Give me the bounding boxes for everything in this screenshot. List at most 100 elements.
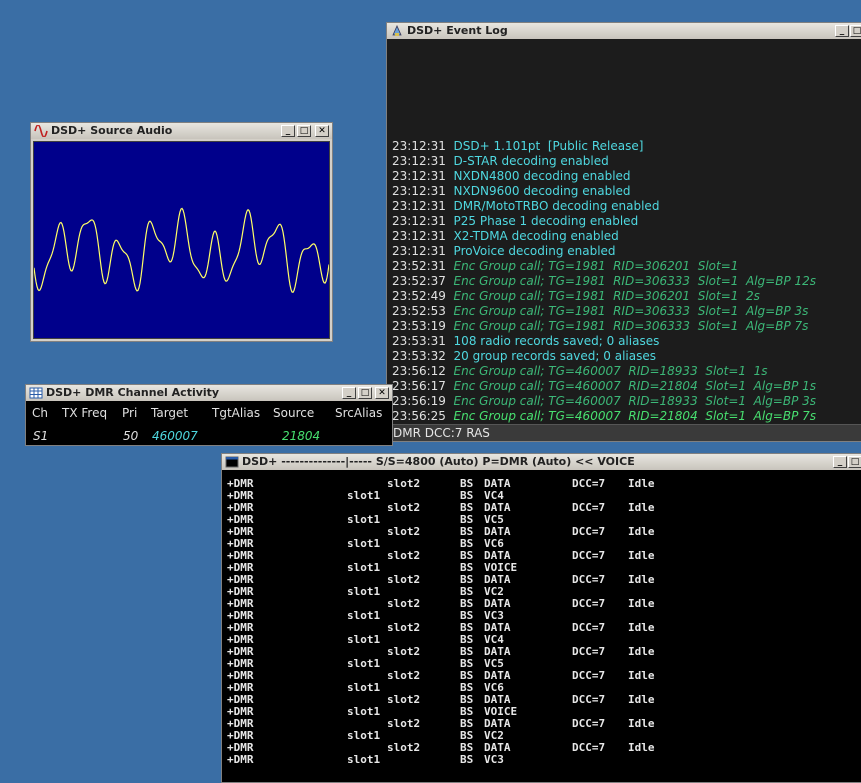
event-log-status: DMR DCC:7 RAS — [387, 424, 861, 441]
source-audio-title: DSD+ Source Audio — [51, 124, 173, 137]
event-log-body: 23:12:31 DSD+ 1.101pt [Public Release] 23… — [387, 39, 861, 423]
terminal-state: Idle — [628, 501, 655, 514]
log-message: 20 group records saved; 0 aliases — [453, 349, 656, 363]
log-time: 23:12:31 — [392, 154, 446, 168]
log-message: D-STAR decoding enabled — [453, 154, 609, 168]
log-time: 23:12:31 — [392, 244, 446, 258]
terminal-slot: slot2 — [387, 549, 421, 562]
log-time: 23:56:17 — [392, 379, 446, 393]
terminal-slot: slot1 — [347, 633, 381, 646]
log-time: 23:56:25 — [392, 409, 446, 423]
log-line: 23:56:12 Enc Group call; TG=460007 RID=1… — [392, 364, 768, 379]
terminal-slot: slot2 — [387, 645, 421, 658]
log-line: 23:12:31 NXDN4800 decoding enabled — [392, 169, 631, 184]
log-message: Enc Group call; TG=460007 RID=18933 Slot… — [453, 394, 817, 408]
log-message: X2-TDMA decoding enabled — [453, 229, 619, 243]
log-line: 23:53:31 108 radio records saved; 0 alia… — [392, 334, 659, 349]
terminal-state: Idle — [628, 525, 655, 538]
col-txfreq: TX Freq — [62, 406, 108, 420]
cell-pri: 50 — [123, 429, 139, 443]
col-source: Source — [273, 406, 315, 420]
terminal-slot: slot2 — [387, 693, 421, 706]
terminal-state: Idle — [628, 645, 655, 658]
log-time: 23:53:31 — [392, 334, 446, 348]
log-message: NXDN4800 decoding enabled — [453, 169, 631, 183]
terminal-state: Idle — [628, 597, 655, 610]
log-time: 23:52:49 — [392, 289, 446, 303]
log-time: 23:52:37 — [392, 274, 446, 288]
terminal-dcc: DCC=7 — [572, 597, 606, 610]
terminal-slot: slot2 — [387, 621, 421, 634]
terminal-slot: slot2 — [387, 501, 421, 514]
log-message: Enc Group call; TG=1981 RID=306333 Slot=… — [453, 304, 809, 318]
terminal-slot: slot1 — [347, 489, 381, 502]
log-time: 23:53:19 — [392, 319, 446, 333]
log-message: P25 Phase 1 decoding enabled — [453, 214, 639, 228]
event-log-titlebar[interactable]: DSD+ Event Log _ □ — [387, 23, 861, 39]
terminal-slot: slot1 — [347, 513, 381, 526]
log-time: 23:52:31 — [392, 259, 446, 273]
terminal-dcc: DCC=7 — [572, 525, 606, 538]
channel-activity-window: DSD+ DMR Channel Activity _ □ ✕ Ch TX Fr… — [25, 384, 393, 446]
terminal-dcc: DCC=7 — [572, 573, 606, 586]
grid-icon — [29, 387, 43, 399]
terminal-state: Idle — [628, 477, 655, 490]
log-line: 23:12:31 DMR/MotoTRBO decoding enabled — [392, 199, 659, 214]
terminal-slot: slot2 — [387, 573, 421, 586]
log-message: DMR/MotoTRBO decoding enabled — [453, 199, 660, 213]
terminal-slot: slot1 — [347, 537, 381, 550]
close-button[interactable]: ✕ — [315, 125, 329, 137]
source-audio-titlebar[interactable]: DSD+ Source Audio _ □ ✕ — [31, 123, 332, 139]
log-time: 23:12:31 — [392, 169, 446, 183]
minimize-button[interactable]: _ — [835, 25, 849, 37]
window-icon — [225, 456, 239, 468]
terminal-slot: slot2 — [387, 669, 421, 682]
terminal-slot: slot1 — [347, 585, 381, 598]
terminal-type: VC3 — [484, 753, 504, 766]
terminal-state: Idle — [628, 669, 655, 682]
terminal-slot: slot1 — [347, 609, 381, 622]
log-message: Enc Group call; TG=460007 RID=18933 Slot… — [453, 364, 768, 378]
event-log-icon — [392, 25, 402, 36]
maximize-button[interactable]: □ — [358, 387, 372, 399]
terminal-state: Idle — [628, 573, 655, 586]
terminal-titlebar[interactable]: DSD+ --------------|----- S/S=4800 (Auto… — [222, 454, 861, 470]
terminal-state: Idle — [628, 621, 655, 634]
log-line: 23:12:31 DSD+ 1.101pt [Public Release] — [392, 139, 643, 154]
maximize-button[interactable]: □ — [850, 25, 861, 37]
log-time: 23:12:31 — [392, 229, 446, 243]
terminal-slot: slot2 — [387, 477, 421, 490]
terminal-slot: slot2 — [387, 597, 421, 610]
waveform-trace — [33, 207, 330, 294]
channel-activity-titlebar[interactable]: DSD+ DMR Channel Activity _ □ ✕ — [26, 385, 392, 401]
maximize-button[interactable]: □ — [297, 125, 311, 137]
terminal-bs: BS — [460, 753, 474, 766]
log-line: 23:12:31 X2-TDMA decoding enabled — [392, 229, 619, 244]
terminal-slot: slot1 — [347, 753, 381, 766]
maximize-button[interactable]: □ — [848, 456, 861, 468]
terminal-title: DSD+ --------------|----- S/S=4800 (Auto… — [242, 455, 635, 468]
log-message: NXDN9600 decoding enabled — [453, 184, 631, 198]
log-time: 23:12:31 — [392, 139, 446, 153]
log-message: Enc Group call; TG=1981 RID=306333 Slot=… — [453, 274, 817, 288]
log-message: Enc Group call; TG=1981 RID=306201 Slot=… — [453, 289, 760, 303]
col-ch: Ch — [32, 406, 48, 420]
terminal-window: DSD+ --------------|----- S/S=4800 (Auto… — [221, 453, 861, 783]
log-time: 23:56:19 — [392, 394, 446, 408]
terminal-slot: slot1 — [347, 561, 381, 574]
log-line: 23:12:31 ProVoice decoding enabled — [392, 244, 616, 259]
close-button[interactable]: ✕ — [375, 387, 389, 399]
terminal-dcc: DCC=7 — [572, 549, 606, 562]
col-tgtalias: TgtAlias — [212, 406, 261, 420]
minimize-button[interactable]: _ — [833, 456, 847, 468]
cell-source: 21804 — [282, 429, 321, 443]
log-line: 23:56:17 Enc Group call; TG=460007 RID=2… — [392, 379, 816, 394]
minimize-button[interactable]: _ — [281, 125, 295, 137]
terminal-dcc: DCC=7 — [572, 717, 606, 730]
log-message: Enc Group call; TG=1981 RID=306333 Slot=… — [453, 319, 809, 333]
sine-wave-icon — [34, 125, 48, 137]
terminal-slot: slot1 — [347, 657, 381, 670]
terminal-dcc: DCC=7 — [572, 501, 606, 514]
minimize-button[interactable]: _ — [342, 387, 356, 399]
log-time: 23:56:12 — [392, 364, 446, 378]
